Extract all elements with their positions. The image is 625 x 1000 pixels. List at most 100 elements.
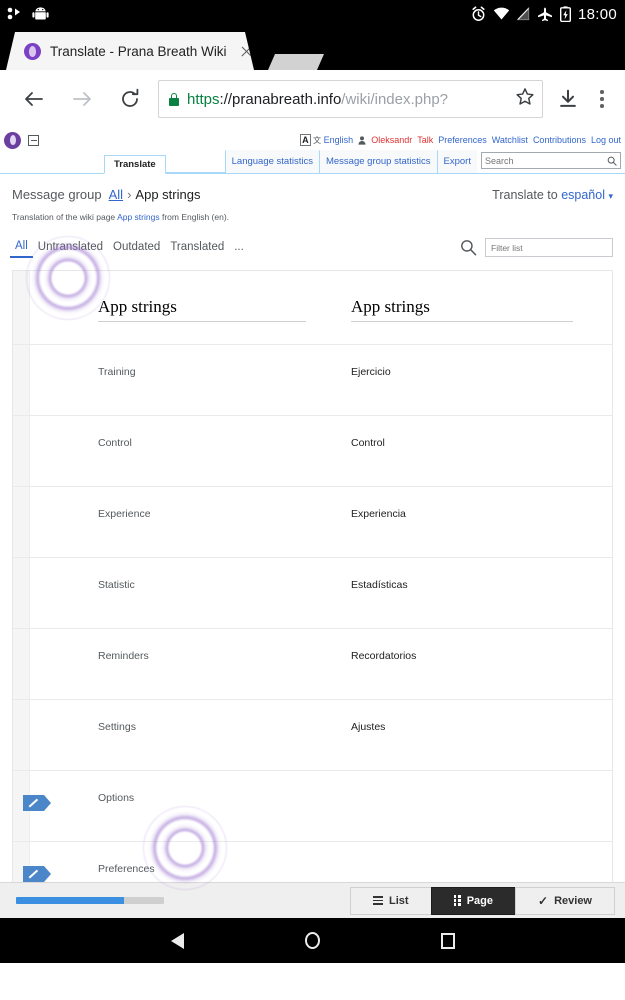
user-link-preferences[interactable]: Preferences [438, 135, 487, 145]
wiki-search-box[interactable] [481, 152, 621, 169]
message-source[interactable]: Settings [30, 700, 335, 770]
tab-translate[interactable]: Translate [104, 155, 166, 174]
user-link-contributions[interactable]: Contributions [533, 135, 586, 145]
url-path: /wiki/index.php? [341, 90, 449, 108]
view-mode-review-button[interactable]: ✓ Review [515, 886, 615, 915]
breadcrumb-group-name[interactable]: App strings [135, 187, 200, 202]
messages-table[interactable]: App strings App strings Training Ejercic… [12, 270, 613, 910]
notification-dots-icon [7, 7, 20, 20]
airplane-mode-icon [537, 7, 552, 21]
table-row[interactable]: Settings Ajustes [13, 700, 612, 771]
filter-tabs-row: All Untranslated Outdated Translated ... [0, 222, 625, 260]
filter-tab-translated[interactable]: Translated [165, 241, 229, 257]
message-target[interactable]: Experiencia [335, 487, 612, 557]
message-source[interactable]: Reminders [30, 629, 335, 699]
language-selector[interactable]: A 文 English [300, 134, 353, 146]
view-mode-page-label: Page [466, 894, 494, 907]
wifi-icon [493, 7, 510, 20]
row-gutter [13, 700, 30, 770]
browser-tab-active[interactable]: Translate - Prana Breath Wiki [6, 32, 254, 70]
filter-list-input[interactable] [491, 242, 607, 253]
filter-tab-all[interactable]: All [10, 240, 33, 258]
translate-to-selector[interactable]: Translate to español ▾ [492, 188, 613, 202]
star-icon[interactable] [514, 86, 536, 113]
filter-search-group [460, 238, 613, 260]
lock-icon [169, 92, 179, 106]
view-mode-list-button[interactable]: List [349, 886, 431, 915]
filter-tab-untranslated[interactable]: Untranslated [33, 241, 108, 257]
user-link-watchlist[interactable]: Watchlist [492, 135, 528, 145]
table-row[interactable]: Experience Experiencia [13, 487, 612, 558]
user-link-talk[interactable]: Talk [417, 135, 433, 145]
user-link-username[interactable]: Oleksandr [371, 135, 412, 145]
table-row[interactable]: Statistic Estadísticas [13, 558, 612, 629]
status-bar-icons: 18:00 [471, 6, 617, 23]
page-content-header: Message group All › App strings Translat… [0, 174, 625, 222]
browser-toolbar: https://pranabreath.info/wiki/index.php? [0, 70, 625, 128]
view-mode-page-button[interactable]: Page [430, 886, 516, 915]
user-link-logout[interactable]: Log out [591, 135, 621, 145]
back-arrow-icon[interactable] [10, 75, 58, 123]
group-description: Translation of the wiki page App strings… [12, 202, 613, 222]
grid-icon [453, 894, 461, 907]
close-icon[interactable] [239, 44, 254, 59]
translation-progress-bar [16, 897, 164, 904]
filter-tab-outdated[interactable]: Outdated [108, 241, 165, 257]
message-target[interactable]: Ejercicio [335, 345, 612, 415]
message-source[interactable]: Statistic [30, 558, 335, 628]
description-page-link[interactable]: App strings [117, 212, 160, 222]
chevron-down-icon[interactable]: ▾ [608, 191, 613, 201]
message-target[interactable]: Estadísticas [335, 558, 612, 628]
column-header-target: App strings [351, 297, 573, 322]
breadcrumb-all[interactable]: All [109, 187, 123, 202]
message-source[interactable]: Experience [30, 487, 335, 557]
url-host: pranabreath.info [232, 90, 342, 108]
list-icon [372, 896, 383, 905]
translate-to-language[interactable]: español [561, 188, 605, 202]
message-target[interactable]: Ajustes [335, 700, 612, 770]
translate-to-label: Translate to [492, 188, 558, 202]
web-page-viewport: A 文 English Oleksandr Talk Preferences W… [0, 128, 625, 918]
sidebar-toggle-icon[interactable] [28, 134, 39, 146]
user-link-language[interactable]: English [324, 135, 354, 145]
device-screen: 18:00 Translate - Prana Breath Wiki http… [0, 0, 625, 1000]
message-source[interactable]: Training [30, 345, 335, 415]
reload-icon[interactable] [106, 75, 154, 123]
search-icon[interactable] [460, 239, 477, 256]
link-language-statistics[interactable]: Language statistics [224, 150, 319, 173]
table-row[interactable]: Training Ejercicio [13, 345, 612, 416]
home-circle-icon[interactable] [304, 932, 320, 949]
message-source[interactable]: Options [30, 771, 335, 841]
download-icon[interactable] [547, 75, 589, 123]
message-target[interactable]: Recordatorios [335, 629, 612, 699]
row-gutter [13, 416, 30, 486]
table-row[interactable]: Control Control [13, 416, 612, 487]
search-input[interactable] [485, 155, 605, 166]
link-message-group-statistics[interactable]: Message group statistics [318, 150, 437, 173]
nav-tabs-right: Language statistics Message group statis… [224, 150, 625, 173]
filter-list-box[interactable] [485, 238, 613, 257]
breadcrumb: Message group All › App strings Translat… [12, 174, 613, 202]
table-row[interactable]: Reminders Recordatorios [13, 629, 612, 700]
search-icon[interactable] [607, 156, 617, 166]
filter-tab-more[interactable]: ... [229, 241, 249, 257]
android-robot-icon [32, 7, 49, 20]
back-triangle-icon[interactable] [170, 932, 184, 949]
kebab-menu-icon[interactable] [589, 75, 615, 123]
description-suffix: from English (en). [159, 212, 230, 222]
translate-glyph-icon: 文 [313, 136, 321, 145]
recents-square-icon[interactable] [440, 932, 455, 949]
forward-arrow-icon[interactable] [58, 75, 106, 123]
message-group-label: Message group [12, 187, 102, 202]
status-bar-notifications [6, 6, 49, 22]
table-row[interactable]: Options [13, 771, 612, 842]
address-bar[interactable]: https://pranabreath.info/wiki/index.php? [158, 80, 543, 118]
browser-tab-inactive[interactable] [268, 54, 324, 70]
link-export[interactable]: Export [436, 150, 477, 173]
message-source[interactable]: Control [30, 416, 335, 486]
message-target[interactable] [335, 771, 612, 841]
row-gutter [13, 629, 30, 699]
header-source-cell: App strings [30, 271, 335, 344]
message-target[interactable]: Control [335, 416, 612, 486]
table-header-row: App strings App strings [13, 271, 612, 345]
